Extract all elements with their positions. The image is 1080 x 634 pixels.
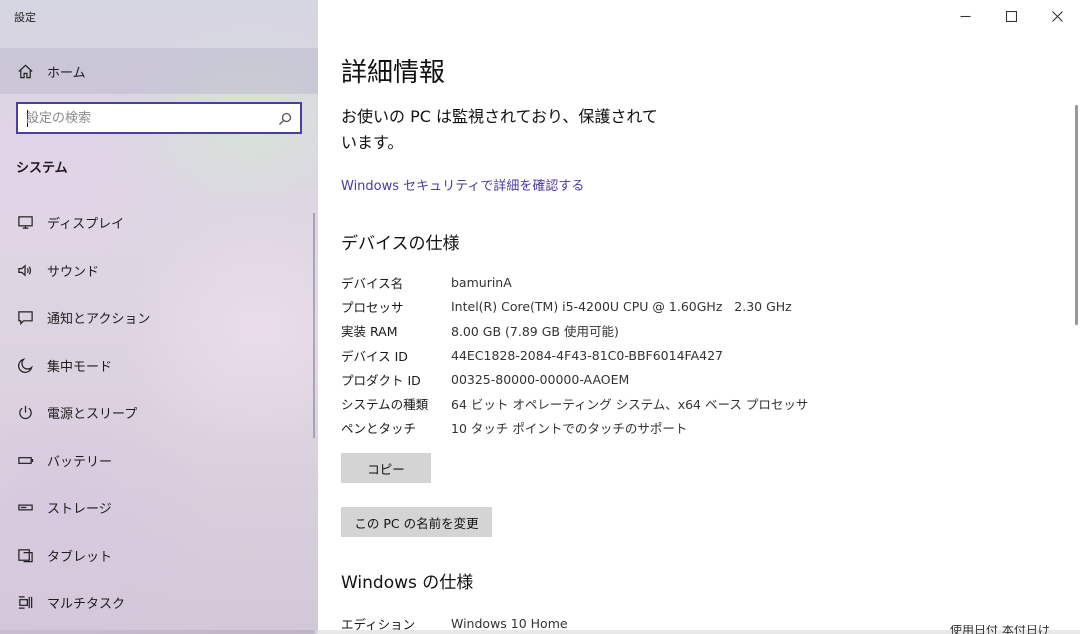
sidebar-nav: ディスプレイ サウンド 通知とアクション 集中モード 電源とスリープ バッテリー… (0, 199, 318, 627)
spec-key: デバイス名 (341, 275, 404, 291)
windows-specs-heading: Windows の仕様 (341, 573, 474, 593)
spec-value: Intel(R) Core(TM) i5-4200U CPU @ 1.60GHz… (451, 298, 792, 314)
device-specs-heading: デバイスの仕様 (341, 234, 460, 254)
sidebar-item-multitask[interactable]: マルチタスク (0, 579, 318, 627)
spec-value: 44EC1828-2084-4F43-81C0-BBF6014FA427 (451, 347, 723, 363)
spec-row-device-name: デバイス名 bamurinA (341, 270, 841, 294)
settings-window: 設定 ホーム システム ディスプレイ (0, 0, 1080, 634)
spec-key: デバイス ID (341, 348, 408, 364)
close-icon (1051, 7, 1063, 26)
sidebar-item-home[interactable]: ホーム (0, 48, 318, 94)
sidebar-item-power[interactable]: 電源とスリープ (0, 389, 318, 437)
page-title: 詳細情報 (341, 58, 446, 88)
security-details-link[interactable]: Windows セキュリティで詳細を確認する (341, 175, 584, 194)
protection-status-text: お使いの PC は監視されており、保護されています。 (341, 107, 658, 152)
search-icon[interactable] (278, 111, 292, 125)
corner-fragment-text: 使用日付 本付日け (950, 625, 1050, 634)
spec-key: プロダクト ID (341, 372, 421, 388)
spec-row-product-id: プロダクト ID 00325-80000-00000-AAOEM (341, 367, 841, 391)
sidebar-item-sound[interactable]: サウンド (0, 247, 318, 295)
section-title: システム (16, 161, 68, 176)
spec-value: bamurinA (451, 274, 512, 290)
sidebar-item-label: タブレット (47, 549, 113, 565)
sidebar-item-display[interactable]: ディスプレイ (0, 199, 318, 247)
bottom-edge (0, 630, 1080, 634)
sidebar-item-focus[interactable]: 集中モード (0, 342, 318, 390)
sidebar-item-label: 電源とスリープ (47, 407, 138, 423)
display-icon (16, 214, 34, 232)
window-controls (942, 0, 1080, 32)
spec-key: 実装 RAM (341, 324, 398, 340)
sidebar-item-label: ストレージ (47, 502, 112, 518)
search-input[interactable] (26, 109, 266, 127)
maximize-button[interactable] (988, 0, 1034, 32)
sidebar-item-label: 集中モード (47, 359, 113, 375)
storage-icon (16, 499, 34, 517)
sidebar-item-label: サウンド (47, 264, 100, 280)
multitask-icon (16, 594, 34, 612)
sidebar-item-battery[interactable]: バッテリー (0, 437, 318, 485)
spec-key: システムの種類 (341, 397, 429, 413)
spec-row-device-id: デバイス ID 44EC1828-2084-4F43-81C0-BBF6014F… (341, 343, 841, 367)
tablet-icon (16, 546, 34, 564)
spec-key: ペンとタッチ (341, 421, 417, 437)
spec-value: Windows 10 Home (451, 615, 568, 631)
sidebar-item-label: ホーム (47, 65, 86, 81)
sidebar: 設定 ホーム システム ディスプレイ (0, 0, 318, 634)
minimize-button[interactable] (942, 0, 988, 32)
rename-pc-button[interactable]: この PC の名前を変更 (341, 507, 492, 537)
main-scrollbar[interactable] (1075, 105, 1078, 325)
notification-icon (16, 309, 34, 327)
sidebar-item-notifications[interactable]: 通知とアクション (0, 294, 318, 342)
sidebar-item-label: マルチタスク (47, 597, 126, 613)
battery-icon (16, 451, 34, 469)
maximize-icon (1005, 7, 1017, 26)
spec-key: プロセッサ (341, 299, 404, 315)
sidebar-item-label: バッテリー (47, 454, 113, 470)
sidebar-item-label: 通知とアクション (47, 312, 151, 328)
spec-value: 64 ビット オペレーティング システム、x64 ベース プロセッサ (451, 397, 809, 413)
search-box[interactable] (16, 102, 302, 134)
spec-row-ram: 実装 RAM 8.00 GB (7.89 GB 使用可能) (341, 319, 841, 343)
home-icon (16, 62, 34, 80)
minimize-icon (960, 7, 971, 26)
moon-icon (16, 356, 34, 374)
sidebar-scrollbar[interactable] (313, 213, 315, 438)
spec-row-pen-touch: ペンとタッチ 10 タッチ ポイントでのタッチのサポート (341, 416, 841, 440)
spec-value: 00325-80000-00000-AAOEM (451, 371, 630, 387)
sound-icon (16, 261, 34, 279)
main-content: 詳細情報 お使いの PC は監視されており、保護されています。 Windows … (318, 0, 1080, 634)
sidebar-item-label: ディスプレイ (47, 217, 125, 233)
sidebar-item-tablet[interactable]: タブレット (0, 532, 318, 580)
close-button[interactable] (1034, 0, 1080, 32)
device-specs-table: デバイス名 bamurinA プロセッサ Intel(R) Core(TM) i… (341, 270, 841, 440)
spec-value: 10 タッチ ポイントでのタッチのサポート (451, 421, 688, 437)
spec-row-processor: プロセッサ Intel(R) Core(TM) i5-4200U CPU @ 1… (341, 294, 841, 318)
spec-value: 8.00 GB (7.89 GB 使用可能) (451, 324, 619, 340)
app-title: 設定 (14, 11, 36, 24)
sidebar-item-storage[interactable]: ストレージ (0, 484, 318, 532)
spec-row-system-type: システムの種類 64 ビット オペレーティング システム、x64 ベース プロセ… (341, 391, 841, 415)
power-icon (16, 404, 34, 422)
copy-button[interactable]: コピー (341, 453, 431, 483)
